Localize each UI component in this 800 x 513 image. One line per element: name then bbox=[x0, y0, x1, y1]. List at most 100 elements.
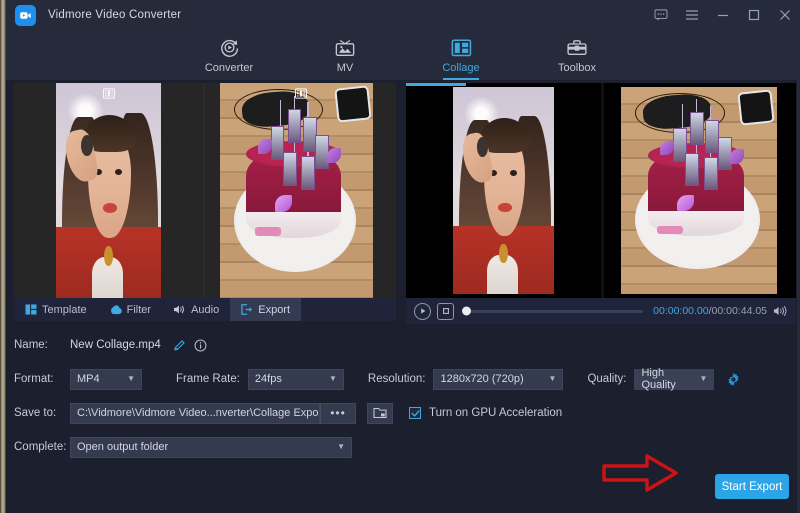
complete-action-select[interactable]: Open output folder ▼ bbox=[70, 437, 352, 458]
edit-tab-filter[interactable]: Filter bbox=[98, 298, 162, 321]
save-to-label: Save to: bbox=[14, 407, 70, 419]
open-folder-button[interactable] bbox=[367, 403, 393, 424]
start-export-button[interactable]: Start Export bbox=[715, 474, 789, 499]
red-right-arrow-annotation bbox=[601, 453, 679, 498]
browse-button[interactable]: ••• bbox=[320, 403, 356, 424]
resolution-value: 1280x720 (720p) bbox=[440, 373, 523, 385]
edit-tab-audio-label: Audio bbox=[191, 304, 219, 316]
chevron-down-icon: ▼ bbox=[541, 375, 557, 383]
quality-select[interactable]: High Quality ▼ bbox=[634, 369, 714, 390]
mv-picture-icon bbox=[334, 37, 356, 59]
edit-tab-filter-label: Filter bbox=[127, 304, 151, 316]
template-grid-icon bbox=[25, 304, 37, 315]
frame-rate-select[interactable]: 24fps ▼ bbox=[248, 369, 344, 390]
save-path-value: C:\Vidmore\Vidmore Video...nverter\Colla… bbox=[77, 407, 320, 419]
tab-collage[interactable]: Collage bbox=[421, 30, 501, 80]
collage-grid-icon bbox=[451, 37, 472, 59]
stop-icon bbox=[442, 307, 450, 315]
name-row: Name: New Collage.mp4 bbox=[14, 332, 789, 358]
settings-button[interactable] bbox=[726, 372, 741, 387]
format-value: MP4 bbox=[77, 373, 100, 385]
tab-mv-label: MV bbox=[337, 62, 354, 74]
title-bar: Vidmore Video Converter bbox=[6, 0, 800, 30]
volume-button[interactable] bbox=[773, 305, 788, 317]
edit-tab-template[interactable]: Template bbox=[14, 298, 98, 321]
film-strip-icon[interactable] bbox=[103, 86, 115, 104]
toolbox-icon bbox=[566, 37, 588, 59]
hamburger-menu-icon bbox=[685, 9, 699, 21]
tab-collage-label: Collage bbox=[442, 62, 479, 74]
tab-converter-label: Converter bbox=[205, 62, 253, 74]
preview-cell-girl bbox=[406, 83, 601, 298]
tab-toolbox[interactable]: Toolbox bbox=[537, 30, 617, 80]
quality-value: High Quality bbox=[641, 367, 691, 391]
save-to-row: Save to: C:\Vidmore\Vidmore Video...nver… bbox=[14, 400, 789, 426]
filter-droplet-icon bbox=[109, 304, 122, 315]
menu-button[interactable] bbox=[676, 0, 707, 30]
frame-rate-value: 24fps bbox=[255, 373, 282, 385]
save-path-input[interactable]: C:\Vidmore\Vidmore Video...nverter\Colla… bbox=[70, 403, 320, 424]
preview-player bbox=[406, 83, 796, 298]
collage-cell-girl[interactable] bbox=[14, 83, 203, 298]
chevron-down-icon: ▼ bbox=[692, 375, 708, 383]
close-button[interactable] bbox=[769, 0, 800, 30]
speaker-icon bbox=[173, 304, 186, 315]
export-arrow-icon bbox=[241, 304, 253, 315]
format-label: Format: bbox=[14, 373, 70, 385]
volume-icon bbox=[773, 305, 788, 317]
edit-tab-export[interactable]: Export bbox=[230, 298, 301, 321]
resolution-select[interactable]: 1280x720 (720p) ▼ bbox=[433, 369, 563, 390]
close-icon bbox=[779, 9, 791, 21]
current-time: 00:00:00.00 bbox=[653, 305, 708, 317]
progress-slider[interactable] bbox=[464, 310, 643, 313]
tab-converter[interactable]: Converter bbox=[189, 30, 269, 80]
collage-cell-cake[interactable] bbox=[203, 83, 396, 298]
gpu-acceleration-label: Turn on GPU Acceleration bbox=[429, 407, 562, 419]
edit-tab-export-label: Export bbox=[258, 304, 290, 316]
cake-clip-thumbnail bbox=[220, 83, 373, 298]
film-strip-icon[interactable] bbox=[295, 86, 307, 104]
girl-clip-preview bbox=[453, 87, 554, 294]
video-camera-icon bbox=[19, 9, 32, 22]
rename-button[interactable] bbox=[173, 339, 186, 352]
player-controls: 00:00:00.00/00:00:44.05 bbox=[406, 298, 796, 324]
chevron-down-icon: ▼ bbox=[119, 375, 135, 383]
chevron-down-icon: ▼ bbox=[329, 443, 345, 451]
gear-icon bbox=[726, 372, 741, 387]
edit-tab-template-label: Template bbox=[42, 304, 87, 316]
encoding-row: Format: MP4 ▼ Frame Rate: 24fps ▼ Resolu… bbox=[14, 366, 789, 392]
timecode: 00:00:00.00/00:00:44.05 bbox=[653, 305, 767, 317]
resolution-label: Resolution: bbox=[368, 373, 426, 385]
workspace: Template Filter Audio bbox=[6, 80, 797, 513]
gpu-acceleration-checkbox[interactable] bbox=[409, 407, 421, 419]
complete-value: Open output folder bbox=[77, 441, 168, 453]
collage-editor bbox=[14, 83, 396, 298]
frame-rate-label: Frame Rate: bbox=[176, 373, 240, 385]
application-window: Vidmore Video Converter bbox=[0, 0, 800, 513]
folder-icon bbox=[373, 407, 387, 419]
format-select[interactable]: MP4 ▼ bbox=[70, 369, 142, 390]
info-circle-icon bbox=[194, 339, 207, 352]
maximize-icon bbox=[748, 9, 760, 21]
edit-tab-audio[interactable]: Audio bbox=[162, 298, 230, 321]
minimize-icon bbox=[717, 9, 729, 21]
play-icon bbox=[419, 307, 427, 315]
quality-label: Quality: bbox=[587, 373, 626, 385]
progress-knob[interactable] bbox=[462, 307, 471, 316]
stop-button[interactable] bbox=[437, 303, 454, 320]
minimize-button[interactable] bbox=[707, 0, 738, 30]
feedback-button[interactable] bbox=[645, 0, 676, 30]
converter-icon bbox=[219, 37, 240, 59]
preview-accent-bar bbox=[406, 83, 466, 86]
main-tab-bar: Converter MV bbox=[6, 30, 800, 80]
total-time: 00:00:44.05 bbox=[712, 305, 767, 317]
girl-clip-thumbnail bbox=[56, 83, 162, 298]
window-controls bbox=[645, 0, 800, 30]
play-button[interactable] bbox=[414, 303, 431, 320]
collage-edit-toolbar: Template Filter Audio bbox=[14, 298, 396, 321]
tab-mv[interactable]: MV bbox=[305, 30, 385, 80]
name-value: New Collage.mp4 bbox=[70, 339, 161, 351]
maximize-button[interactable] bbox=[738, 0, 769, 30]
speech-bubble-icon bbox=[654, 9, 668, 21]
info-button[interactable] bbox=[194, 339, 207, 352]
